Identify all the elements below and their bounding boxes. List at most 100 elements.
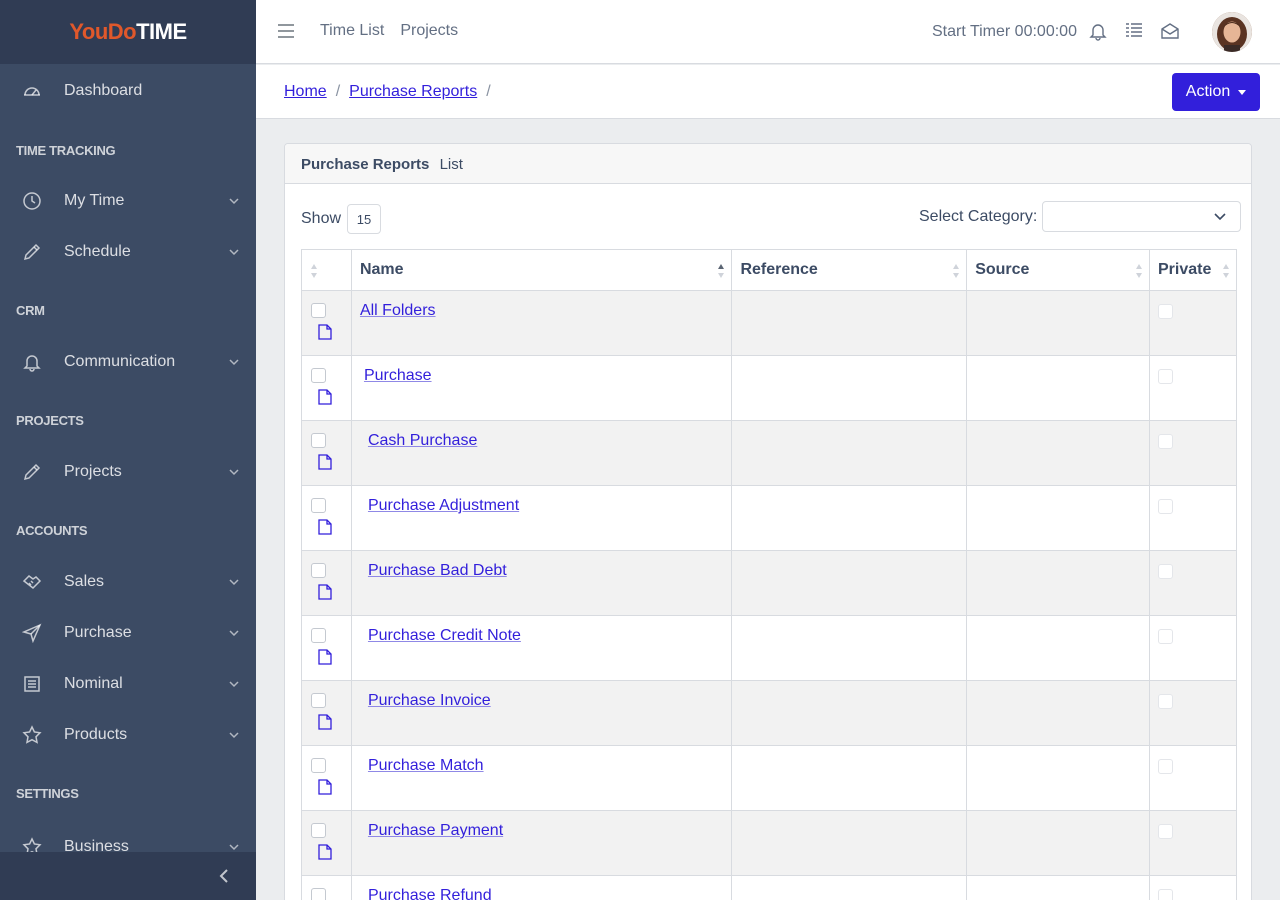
sidebar-item-label: Schedule: [64, 242, 131, 260]
chevron-down-icon: [228, 245, 240, 257]
source-cell: [966, 485, 1150, 551]
card-header: Purchase Reports List: [285, 144, 1251, 184]
section-title-accounts: ACCOUNTS: [16, 523, 88, 538]
reference-cell: [731, 680, 968, 746]
report-name-link[interactable]: Cash Purchase: [368, 432, 477, 449]
sidebar-minimize-button[interactable]: [0, 852, 256, 900]
report-name-link[interactable]: Purchase Refund: [368, 887, 492, 900]
row-checkbox[interactable]: [311, 368, 326, 383]
row-select-cell: [301, 875, 352, 900]
sidebar-item-communication[interactable]: Communication: [0, 336, 256, 387]
private-cell: [1149, 420, 1237, 486]
row-checkbox[interactable]: [311, 563, 326, 578]
bell-icon[interactable]: [1088, 21, 1108, 41]
document-icon[interactable]: [318, 584, 332, 600]
row-checkbox[interactable]: [311, 303, 326, 318]
sidebar-item-schedule[interactable]: Schedule: [0, 226, 256, 277]
report-name-link[interactable]: Purchase: [364, 367, 432, 384]
name-cell: Purchase Invoice: [350, 680, 733, 746]
action-button-label: Action: [1185, 83, 1231, 100]
private-checkbox: [1158, 564, 1173, 579]
source-cell: [966, 355, 1150, 421]
envelope-open-icon[interactable]: [1160, 21, 1180, 41]
category-filter: Select Category:: [919, 201, 1242, 232]
sidebar-item-products[interactable]: Products: [0, 709, 256, 760]
name-cell: Purchase Adjustment: [350, 485, 733, 551]
task-list-icon[interactable]: [1124, 21, 1144, 41]
document-icon[interactable]: [318, 779, 332, 795]
reference-cell: [731, 550, 968, 616]
row-checkbox[interactable]: [311, 823, 326, 838]
report-name-link[interactable]: All Folders: [360, 302, 436, 319]
document-icon[interactable]: [318, 519, 332, 535]
report-name-link[interactable]: Purchase Payment: [368, 822, 503, 839]
private-cell: [1149, 615, 1237, 681]
row-checkbox[interactable]: [311, 498, 326, 513]
table-row: Purchase Payment: [301, 810, 1237, 876]
sidebar-item-projects[interactable]: Projects: [0, 446, 256, 497]
header-link-projects[interactable]: Projects: [400, 22, 458, 40]
page-length-select[interactable]: 15: [347, 204, 382, 234]
private-checkbox: [1158, 434, 1173, 449]
brand-logo[interactable]: YouDo TIME: [0, 0, 256, 64]
row-checkbox[interactable]: [311, 888, 326, 900]
star-icon: [22, 724, 42, 745]
breadcrumb-purchase-reports[interactable]: Purchase Reports: [349, 83, 477, 101]
document-icon[interactable]: [318, 324, 332, 340]
private-checkbox: [1158, 304, 1173, 319]
avatar[interactable]: [1212, 12, 1252, 52]
sidebar-item-sales[interactable]: Sales: [0, 556, 256, 607]
select-column-header[interactable]: [301, 249, 352, 291]
private-cell: [1149, 875, 1237, 900]
row-checkbox[interactable]: [311, 693, 326, 708]
row-checkbox[interactable]: [311, 628, 326, 643]
row-checkbox[interactable]: [311, 433, 326, 448]
private-cell: [1149, 355, 1237, 421]
reports-table: Name Reference Source Private All Folder…: [301, 249, 1237, 900]
category-select[interactable]: [1042, 201, 1242, 232]
chevron-down-icon: [228, 575, 240, 587]
sidebar-item-dashboard[interactable]: Dashboard: [0, 65, 256, 116]
show-label: Show: [301, 210, 342, 227]
row-checkbox[interactable]: [311, 758, 326, 773]
table-row: All Folders: [301, 290, 1237, 356]
table-row: Purchase Credit Note: [301, 615, 1237, 681]
document-icon[interactable]: [318, 714, 332, 730]
document-icon[interactable]: [318, 649, 332, 665]
document-icon[interactable]: [318, 844, 332, 860]
sidebar-item-my-time[interactable]: My Time: [0, 175, 256, 226]
card-subtitle: List: [439, 156, 463, 173]
column-header-reference[interactable]: Reference: [731, 249, 968, 291]
sidebar-item-label: Purchase: [64, 623, 132, 641]
document-icon[interactable]: [318, 389, 332, 405]
source-cell: [966, 810, 1150, 876]
menu-toggle-icon[interactable]: [278, 24, 294, 38]
sidebar-item-nominal[interactable]: Nominal: [0, 658, 256, 709]
sidebar-item-purchase[interactable]: Purchase: [0, 607, 256, 658]
report-name-link[interactable]: Purchase Adjustment: [368, 497, 519, 514]
breadcrumb-separator: /: [335, 83, 341, 100]
report-name-link[interactable]: Purchase Invoice: [368, 692, 491, 709]
column-header-source[interactable]: Source: [966, 249, 1150, 291]
breadcrumb-home[interactable]: Home: [284, 83, 327, 101]
start-timer-button[interactable]: Start Timer 00:00:00: [932, 23, 1077, 41]
column-header-private[interactable]: Private: [1149, 249, 1237, 291]
row-select-cell: [301, 550, 352, 616]
document-icon[interactable]: [318, 454, 332, 470]
table-row: Purchase: [301, 355, 1237, 421]
report-name-link[interactable]: Purchase Bad Debt: [368, 562, 507, 579]
column-header-name[interactable]: Name: [350, 249, 733, 291]
chevron-down-icon: [228, 465, 240, 477]
header-link-time-list[interactable]: Time List: [320, 22, 384, 40]
purchase-reports-card: Purchase Reports List Show 15 Select Cat…: [284, 143, 1252, 900]
chevron-down-icon: [228, 840, 240, 852]
reference-cell: [731, 485, 968, 551]
report-name-link[interactable]: Purchase Match: [368, 757, 484, 774]
action-dropdown-button[interactable]: Action: [1172, 73, 1260, 111]
send-icon: [22, 623, 42, 643]
report-name-link[interactable]: Purchase Credit Note: [368, 627, 521, 644]
row-select-cell: [301, 745, 352, 811]
private-cell: [1149, 680, 1237, 746]
sidebar-item-label: Projects: [64, 462, 122, 480]
row-select-cell: [301, 355, 352, 421]
